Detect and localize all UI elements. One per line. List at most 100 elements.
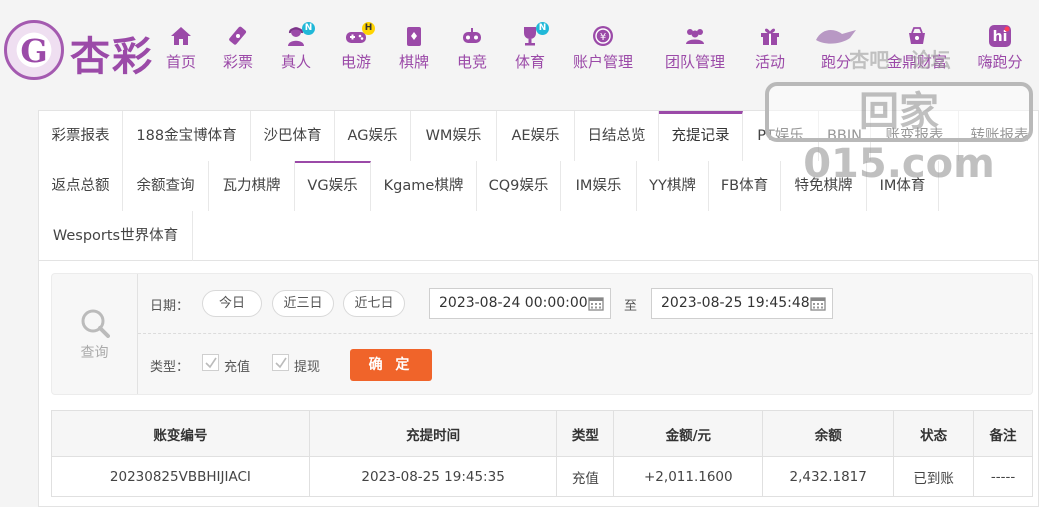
last-3-days-button[interactable]: 近三日 bbox=[272, 290, 334, 317]
nav-label: 彩票 bbox=[222, 53, 253, 71]
today-button[interactable]: 今日 bbox=[202, 290, 262, 317]
tab-im[interactable]: IM娱乐 bbox=[561, 161, 637, 211]
col-balance: 余额 bbox=[762, 410, 895, 457]
nav-promotions[interactable]: 活动 bbox=[750, 24, 790, 74]
status-cell: 已到账 bbox=[893, 456, 975, 497]
tab-kgame-chess[interactable]: Kgame棋牌 bbox=[371, 161, 477, 211]
tab-cq9[interactable]: CQ9娱乐 bbox=[477, 161, 561, 211]
withdraw-label: 提现 bbox=[294, 360, 321, 375]
col-amount: 金额/元 bbox=[613, 410, 764, 457]
tab-fb-sports[interactable]: FB体育 bbox=[709, 161, 781, 211]
trophy-icon: N bbox=[517, 22, 549, 48]
time-cell: 2023-08-25 19:45:35 bbox=[308, 456, 558, 497]
lottery-ticket-icon bbox=[225, 24, 251, 48]
svg-text:¥: ¥ bbox=[600, 32, 606, 43]
nav-live[interactable]: N 真人 bbox=[276, 22, 316, 74]
search-icon bbox=[81, 309, 110, 338]
live-dealer-icon: N bbox=[283, 22, 315, 48]
hot-badge: H bbox=[362, 22, 375, 35]
site-logo[interactable]: 杏彩 bbox=[4, 18, 164, 80]
nav-team[interactable]: 团队管理 bbox=[660, 24, 730, 74]
table-row: 20230825VBBHIJIACI 2023-08-25 19:45:35 充… bbox=[51, 456, 1033, 497]
new-badge: N bbox=[536, 22, 549, 35]
gift-icon bbox=[757, 24, 783, 48]
tab-wali-chess[interactable]: 瓦力棋牌 bbox=[209, 161, 295, 211]
nav-sports[interactable]: N 体育 bbox=[510, 22, 550, 74]
type-cell: 充值 bbox=[556, 456, 615, 497]
nav-label: 棋牌 bbox=[398, 53, 429, 71]
col-time: 充提时间 bbox=[308, 410, 558, 457]
esports-controller-icon bbox=[459, 24, 485, 48]
tab-wesports[interactable]: Wesports世界体育 bbox=[39, 211, 193, 261]
tab-deposit-withdraw[interactable]: 充提记录 bbox=[659, 111, 743, 161]
tab-rebate-total[interactable]: 返点总额 bbox=[39, 161, 123, 211]
table-header-row: 账变编号 充提时间 类型 金额/元 余额 状态 备注 bbox=[51, 410, 1033, 457]
balance-cell: 2,432.1817 bbox=[762, 456, 895, 497]
nav-label: 电竞 bbox=[456, 53, 487, 71]
nav-egames[interactable]: H 电游 bbox=[336, 22, 376, 74]
tab-wm[interactable]: WM娱乐 bbox=[411, 111, 497, 161]
new-badge: N bbox=[302, 22, 315, 35]
watermark-top-text: 杏吧 · 论坛 bbox=[849, 48, 951, 72]
start-date-input[interactable]: 2023-08-24 00:00:00 bbox=[429, 288, 611, 319]
calendar-icon[interactable] bbox=[810, 295, 826, 311]
tab-vg[interactable]: VG娱乐 bbox=[295, 161, 371, 211]
last-7-days-button[interactable]: 近七日 bbox=[343, 290, 405, 317]
nav-label: 团队管理 bbox=[664, 53, 725, 71]
watermark-logo: 回家015.com bbox=[765, 82, 1033, 187]
nav-chess[interactable]: 棋牌 bbox=[394, 24, 434, 74]
query-side[interactable]: 查询 bbox=[52, 274, 138, 394]
logo-emblem-icon bbox=[4, 20, 64, 80]
start-date-value: 2023-08-24 00:00:00 bbox=[439, 295, 588, 311]
tab-ag[interactable]: AG娱乐 bbox=[335, 111, 411, 161]
home-icon bbox=[168, 24, 194, 48]
nav-label: 首页 bbox=[165, 53, 196, 71]
tab-daily-summary[interactable]: 日结总览 bbox=[575, 111, 659, 161]
logo-text: 杏彩 bbox=[70, 34, 154, 80]
nav-label: 电游 bbox=[340, 53, 371, 71]
date-row: 日期： 今日 近三日 近七日 2023-08-24 00:00:00 至 202… bbox=[138, 274, 1033, 334]
watermark-text: 回家015.com bbox=[803, 89, 995, 187]
nav-lottery[interactable]: 彩票 bbox=[218, 24, 258, 74]
col-record-id: 账变编号 bbox=[51, 410, 310, 457]
withdraw-checkbox[interactable] bbox=[272, 354, 289, 371]
svg-text:hi: hi bbox=[993, 29, 1008, 45]
cards-icon bbox=[401, 24, 427, 48]
account-coin-icon: ¥ bbox=[590, 24, 616, 48]
check-icon bbox=[275, 357, 287, 369]
confirm-button[interactable]: 确 定 bbox=[350, 349, 432, 381]
remark-cell: ----- bbox=[973, 456, 1033, 497]
tab-ae[interactable]: AE娱乐 bbox=[497, 111, 575, 161]
col-status: 状态 bbox=[893, 410, 975, 457]
team-icon bbox=[682, 24, 708, 48]
query-panel: 查询 日期： 今日 近三日 近七日 2023-08-24 00:00:00 至 … bbox=[51, 273, 1033, 395]
recharge-checkbox[interactable] bbox=[202, 354, 219, 371]
type-label: 类型： bbox=[150, 360, 190, 375]
col-remark: 备注 bbox=[973, 410, 1033, 457]
end-date-input[interactable]: 2023-08-25 19:45:48 bbox=[651, 288, 833, 319]
query-label: 查询 bbox=[80, 345, 109, 361]
nav-label: 账户管理 bbox=[572, 53, 633, 71]
type-row: 类型： 充值 提现 确 定 bbox=[138, 334, 1033, 394]
nav-esports[interactable]: 电竞 bbox=[452, 24, 492, 74]
to-label: 至 bbox=[624, 299, 638, 314]
nav-home[interactable]: 首页 bbox=[156, 24, 206, 74]
nav-label: 活动 bbox=[754, 53, 785, 71]
record-id-cell: 20230825VBBHIJIACI bbox=[51, 456, 310, 497]
col-type: 类型 bbox=[556, 410, 615, 457]
tab-lottery-report[interactable]: 彩票报表 bbox=[39, 111, 123, 161]
tab-yy-chess[interactable]: YY棋牌 bbox=[637, 161, 709, 211]
tab-saba-sports[interactable]: 沙巴体育 bbox=[251, 111, 335, 161]
nav-account[interactable]: ¥ 账户管理 bbox=[568, 24, 638, 74]
tab-balance-query[interactable]: 余额查询 bbox=[123, 161, 209, 211]
date-label: 日期： bbox=[150, 299, 190, 314]
tab-188-sports[interactable]: 188金宝博体育 bbox=[123, 111, 251, 161]
check-icon bbox=[205, 357, 217, 369]
nav-label: 真人 bbox=[280, 53, 311, 71]
nav-label: 体育 bbox=[514, 53, 545, 71]
recharge-label: 充值 bbox=[224, 360, 251, 375]
gamepad-icon: H bbox=[343, 22, 375, 48]
records-table: 账变编号 充提时间 类型 金额/元 余额 状态 备注 20230825VBBHI… bbox=[51, 410, 1033, 497]
calendar-icon[interactable] bbox=[588, 295, 604, 311]
amount-cell: +2,011.1600 bbox=[613, 456, 764, 497]
